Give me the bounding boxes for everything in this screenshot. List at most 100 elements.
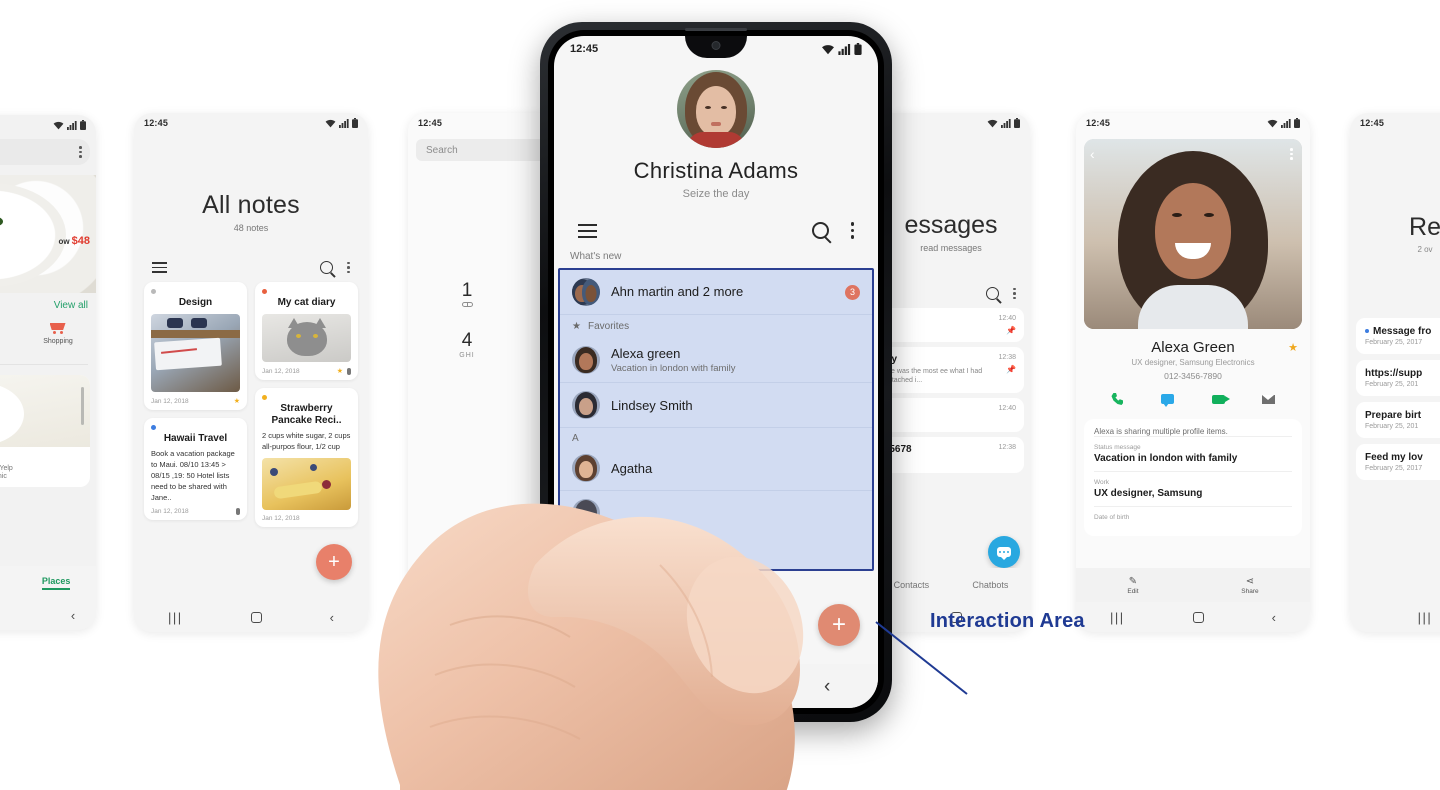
note-card[interactable]: My cat diary Jan 12, 2018 ★ — [255, 282, 358, 380]
contact-group-row[interactable]: Ahn martin and 2 more 3 — [560, 270, 872, 314]
tab-places[interactable]: Places — [41, 576, 71, 590]
contacts-toolbar — [554, 200, 878, 247]
message-preview: ! — [886, 317, 998, 326]
star-icon[interactable]: ★ — [1288, 341, 1298, 354]
home-button[interactable] — [1192, 611, 1204, 623]
video-call-icon[interactable] — [1210, 391, 1230, 407]
unread-badge: 3 — [845, 284, 860, 300]
more-vertical-icon[interactable] — [1013, 287, 1016, 300]
more-vertical-icon[interactable] — [347, 261, 350, 274]
reminder-row[interactable]: https://supp February 25, 201 — [1356, 360, 1440, 396]
note-card[interactable]: Strawberry Pancake Reci.. 2 cups white s… — [255, 388, 358, 527]
back-button[interactable]: ‹ — [330, 611, 334, 624]
message-row[interactable]: -5678 o! 12:38 — [878, 436, 1024, 474]
call-icon[interactable] — [1109, 391, 1125, 407]
quick-actions-row: meices Shopping — [0, 314, 96, 364]
tab-chatbots[interactable]: Chatbots — [972, 580, 1008, 590]
place-meta: n / $$ / Organic — [0, 472, 7, 480]
recents-button[interactable]: ||| — [1418, 611, 1433, 624]
note-date: Jan 12, 2018 — [151, 508, 189, 516]
status-bar: 12:45 — [1076, 113, 1310, 133]
contact-name: Ahn martin and 2 more — [611, 284, 744, 299]
add-contact-fab[interactable]: + — [818, 604, 860, 646]
note-footer: Jan 12, 2018 — [151, 508, 240, 516]
note-color-dot — [151, 425, 156, 430]
edit-button[interactable]: ✎ Edit — [1127, 576, 1138, 595]
hamburger-icon[interactable] — [578, 223, 597, 238]
message-row[interactable]: ! 12:40 📌 — [878, 308, 1024, 342]
reminder-row[interactable]: Feed my lov February 25, 2017 — [1356, 444, 1440, 480]
message-preview: o! — [886, 457, 998, 466]
star-icon: ★ — [233, 398, 240, 405]
note-image — [151, 314, 240, 392]
contact-name: Alexa green — [611, 346, 681, 361]
message-row[interactable]: ay vie was the most ee what I had attach… — [878, 347, 1024, 393]
contact-field[interactable]: Status message Vacation in london with f… — [1094, 436, 1292, 471]
price-prefix: ow — [58, 237, 70, 246]
add-note-fab[interactable]: + — [316, 544, 352, 580]
reminder-row[interactable]: Prepare birt February 25, 201 — [1356, 402, 1440, 438]
battery-icon — [352, 118, 358, 128]
message-icon[interactable] — [1160, 391, 1176, 407]
notes-grid: Design Jan 12, 2018 ★ Hawaii Travel Book… — [134, 282, 368, 527]
note-title: My cat diary — [277, 297, 336, 308]
more-vertical-icon[interactable] — [1290, 148, 1293, 160]
unread-count: read messages — [920, 243, 982, 253]
quick-action-shopping[interactable]: Shopping — [28, 316, 88, 356]
home-button[interactable] — [712, 678, 729, 694]
hamburger-icon[interactable] — [152, 261, 167, 274]
more-vertical-icon[interactable] — [850, 222, 854, 239]
back-button[interactable]: ‹ — [1272, 611, 1276, 624]
note-card[interactable]: Hawaii Travel Book a vacation package to… — [144, 418, 247, 521]
price-tag: ow $48 — [59, 235, 90, 247]
reminder-row[interactable]: Message fro February 25, 2017 — [1356, 318, 1440, 354]
system-navbar: ||| ‹ — [0, 600, 96, 630]
chat-bubble-icon — [997, 547, 1011, 560]
recents-button[interactable]: ||| — [1110, 611, 1125, 624]
home-button[interactable] — [250, 611, 262, 623]
note-footer: Jan 12, 2018 ★ — [262, 367, 351, 375]
dialpad-key-4[interactable]: 4 GHI — [444, 331, 490, 359]
contact-row[interactable]: Alexa green Vacation in london with fami… — [560, 338, 872, 382]
note-date: Jan 12, 2018 — [262, 514, 300, 522]
places-topbar[interactable] — [0, 139, 90, 165]
contact-row[interactable] — [560, 490, 872, 535]
email-icon[interactable] — [1261, 391, 1277, 407]
phone-screen-contact-detail: 12:45 ‹ Alexa Green ★ UX designer, Samsu… — [1076, 113, 1310, 632]
back-button[interactable]: ‹ — [824, 677, 830, 696]
edit-icon: ✎ — [1128, 575, 1138, 587]
more-vertical-icon[interactable] — [79, 146, 82, 158]
contact-row[interactable]: Agatha — [560, 446, 872, 490]
place-card[interactable]: en Pot ★ ★ (17) on Yelp n / $$ / Organic — [0, 374, 90, 487]
share-button[interactable]: ⋖ Share — [1241, 576, 1258, 595]
back-chevron-icon[interactable]: ‹ — [1090, 147, 1095, 161]
dialpad-key-1[interactable]: 1 — [444, 281, 490, 309]
note-footer: Jan 12, 2018 — [262, 515, 351, 522]
field-label: Date of birth — [1094, 514, 1130, 521]
search-icon[interactable] — [320, 261, 334, 274]
notes-header: All notes 48 notes — [134, 133, 368, 233]
reminder-list: Message fro February 25, 2017 https://su… — [1350, 254, 1440, 480]
search-icon[interactable] — [986, 287, 1000, 300]
system-navbar: ||| ‹ — [134, 602, 368, 632]
new-message-fab[interactable] — [988, 536, 1020, 568]
reminder-date: February 25, 201 — [1365, 423, 1419, 430]
view-all-link[interactable]: View all — [0, 293, 96, 314]
recents-button[interactable]: ||| — [168, 611, 183, 624]
search-icon[interactable] — [811, 222, 829, 239]
contact-row[interactable]: Lindsey Smith — [560, 382, 872, 427]
back-button[interactable]: ‹ — [71, 609, 75, 622]
system-navbar: ||| — [1350, 602, 1440, 632]
tab-contacts[interactable]: Contacts — [894, 580, 930, 590]
place-rating: ★ ★ (17) on Yelp — [0, 464, 90, 473]
note-badges: ★ — [337, 367, 351, 375]
note-color-dot — [151, 289, 156, 294]
quick-action-home[interactable]: meices — [0, 316, 14, 356]
contact-field[interactable]: Work UX designer, Samsung — [1094, 471, 1292, 506]
contact-field[interactable]: Date of birth — [1094, 506, 1292, 528]
message-row[interactable]: 12:40 — [878, 397, 1024, 432]
reminder-title-text: Message fro — [1373, 326, 1432, 337]
interaction-area-highlight: Ahn martin and 2 more 3 ★ Favorites Alex… — [558, 268, 874, 571]
profile-avatar[interactable] — [677, 70, 755, 148]
note-card[interactable]: Design Jan 12, 2018 ★ — [144, 282, 247, 410]
